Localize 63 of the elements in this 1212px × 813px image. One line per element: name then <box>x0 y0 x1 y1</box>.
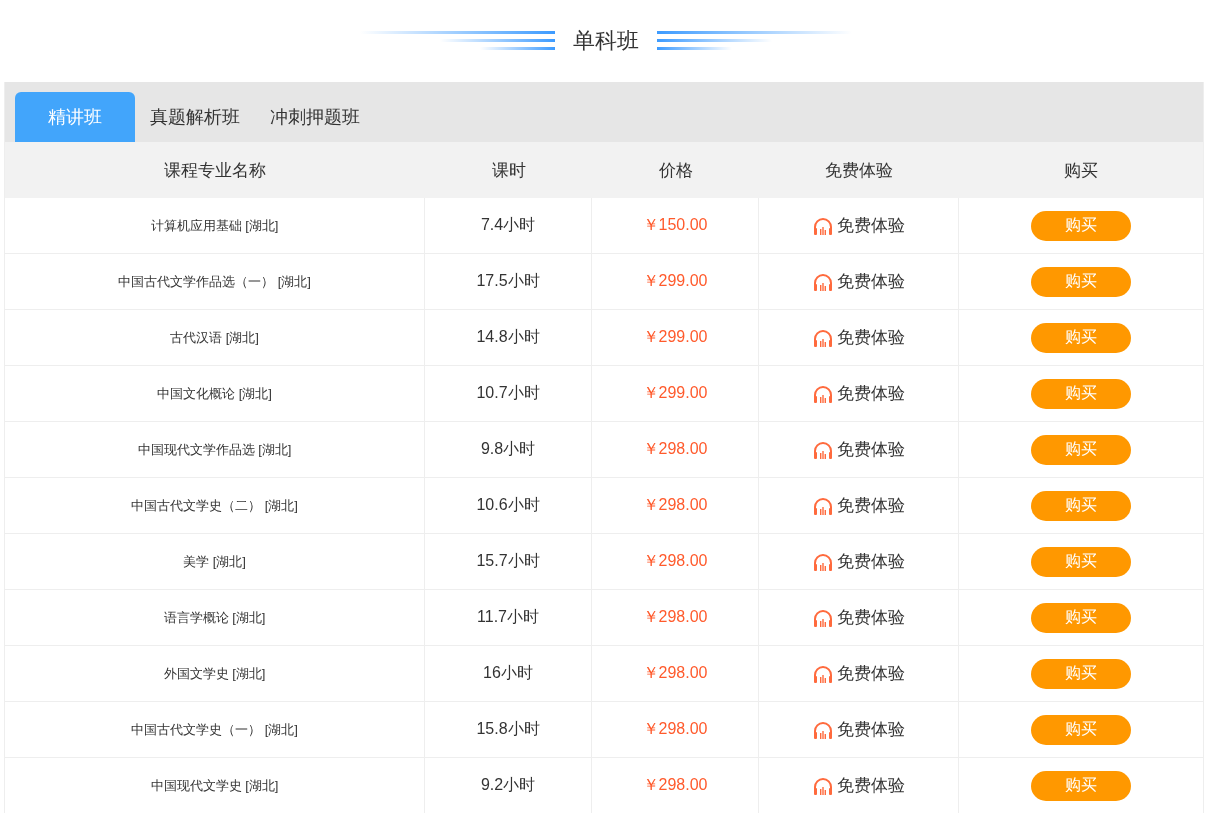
free-trial-link[interactable]: 免费体验 <box>812 718 905 741</box>
course-hours: 15.8小时 <box>476 719 540 739</box>
column-header: 免费体验 <box>759 142 959 198</box>
course-name: 古代汉语 [湖北] <box>170 328 259 347</box>
free-trial-link[interactable]: 免费体验 <box>812 774 905 797</box>
course-hours: 10.7小时 <box>476 383 540 403</box>
course-name: 中国古代文学作品选（一） [湖北] <box>118 272 311 291</box>
course-hours: 9.8小时 <box>480 439 536 459</box>
course-price: ￥298.00 <box>642 607 708 627</box>
free-trial-link[interactable]: 免费体验 <box>812 214 905 237</box>
course-hours: 10.6小时 <box>476 495 540 515</box>
headphones-icon <box>812 216 833 235</box>
free-trial-link[interactable]: 免费体验 <box>812 494 905 517</box>
headphones-icon <box>812 328 833 347</box>
course-hours: 11.7小时 <box>477 607 539 627</box>
course-price: ￥298.00 <box>642 495 708 515</box>
course-hours: 9.2小时 <box>480 775 536 795</box>
headphones-icon <box>812 384 833 403</box>
course-name: 美学 [湖北] <box>183 552 246 571</box>
course-price: ￥299.00 <box>642 383 708 403</box>
course-price: ￥298.00 <box>642 719 708 739</box>
headphones-icon <box>812 440 833 459</box>
course-hours: 7.4小时 <box>480 215 536 235</box>
column-header: 购买 <box>959 142 1203 198</box>
course-price: ￥298.00 <box>642 775 708 795</box>
section-title: 单科班 <box>573 27 639 55</box>
course-hours: 16小时 <box>483 663 533 683</box>
free-trial-link[interactable]: 免费体验 <box>812 382 905 405</box>
course-hours: 15.7小时 <box>476 551 540 571</box>
column-header: 课程专业名称 <box>5 142 425 198</box>
tab[interactable]: 真题解析班 <box>135 92 255 142</box>
course-price: ￥299.00 <box>642 327 708 347</box>
course-price: ￥150.00 <box>642 215 708 235</box>
column-header: 课时 <box>425 142 592 198</box>
headphones-icon <box>812 776 833 795</box>
free-trial-link[interactable]: 免费体验 <box>812 438 905 461</box>
free-trial-link[interactable]: 免费体验 <box>812 270 905 293</box>
headphones-icon <box>812 720 833 739</box>
free-trial-link[interactable]: 免费体验 <box>812 606 905 629</box>
free-trial-link[interactable]: 免费体验 <box>812 326 905 349</box>
course-name: 中国文化概论 [湖北] <box>157 384 272 403</box>
headphones-icon <box>812 552 833 571</box>
course-hours: 14.8小时 <box>476 327 540 347</box>
course-price: ￥298.00 <box>642 663 708 683</box>
headphones-icon <box>812 608 833 627</box>
headphones-icon <box>812 272 833 291</box>
course-hours: 17.5小时 <box>476 271 540 291</box>
course-name: 中国现代文学作品选 [湖北] <box>137 440 292 459</box>
course-price: ￥298.00 <box>642 551 708 571</box>
tab[interactable]: 冲刺押题班 <box>255 92 375 142</box>
headphones-icon <box>812 664 833 683</box>
free-trial-link[interactable]: 免费体验 <box>812 550 905 573</box>
course-price: ￥299.00 <box>642 271 708 291</box>
headphones-icon <box>812 496 833 515</box>
course-name: 外国文学史 [湖北] <box>163 664 266 683</box>
course-name: 中国现代文学史 [湖北] <box>150 776 279 795</box>
course-price: ￥298.00 <box>642 439 708 459</box>
course-name: 计算机应用基础 [湖北] <box>150 216 279 235</box>
free-trial-link[interactable]: 免费体验 <box>812 662 905 685</box>
course-name: 语言学概论 [湖北] <box>163 608 266 627</box>
course-name: 中国古代文学史（二） [湖北] <box>131 496 298 515</box>
course-name: 中国古代文学史（一） [湖北] <box>131 720 298 739</box>
column-header: 价格 <box>592 142 759 198</box>
